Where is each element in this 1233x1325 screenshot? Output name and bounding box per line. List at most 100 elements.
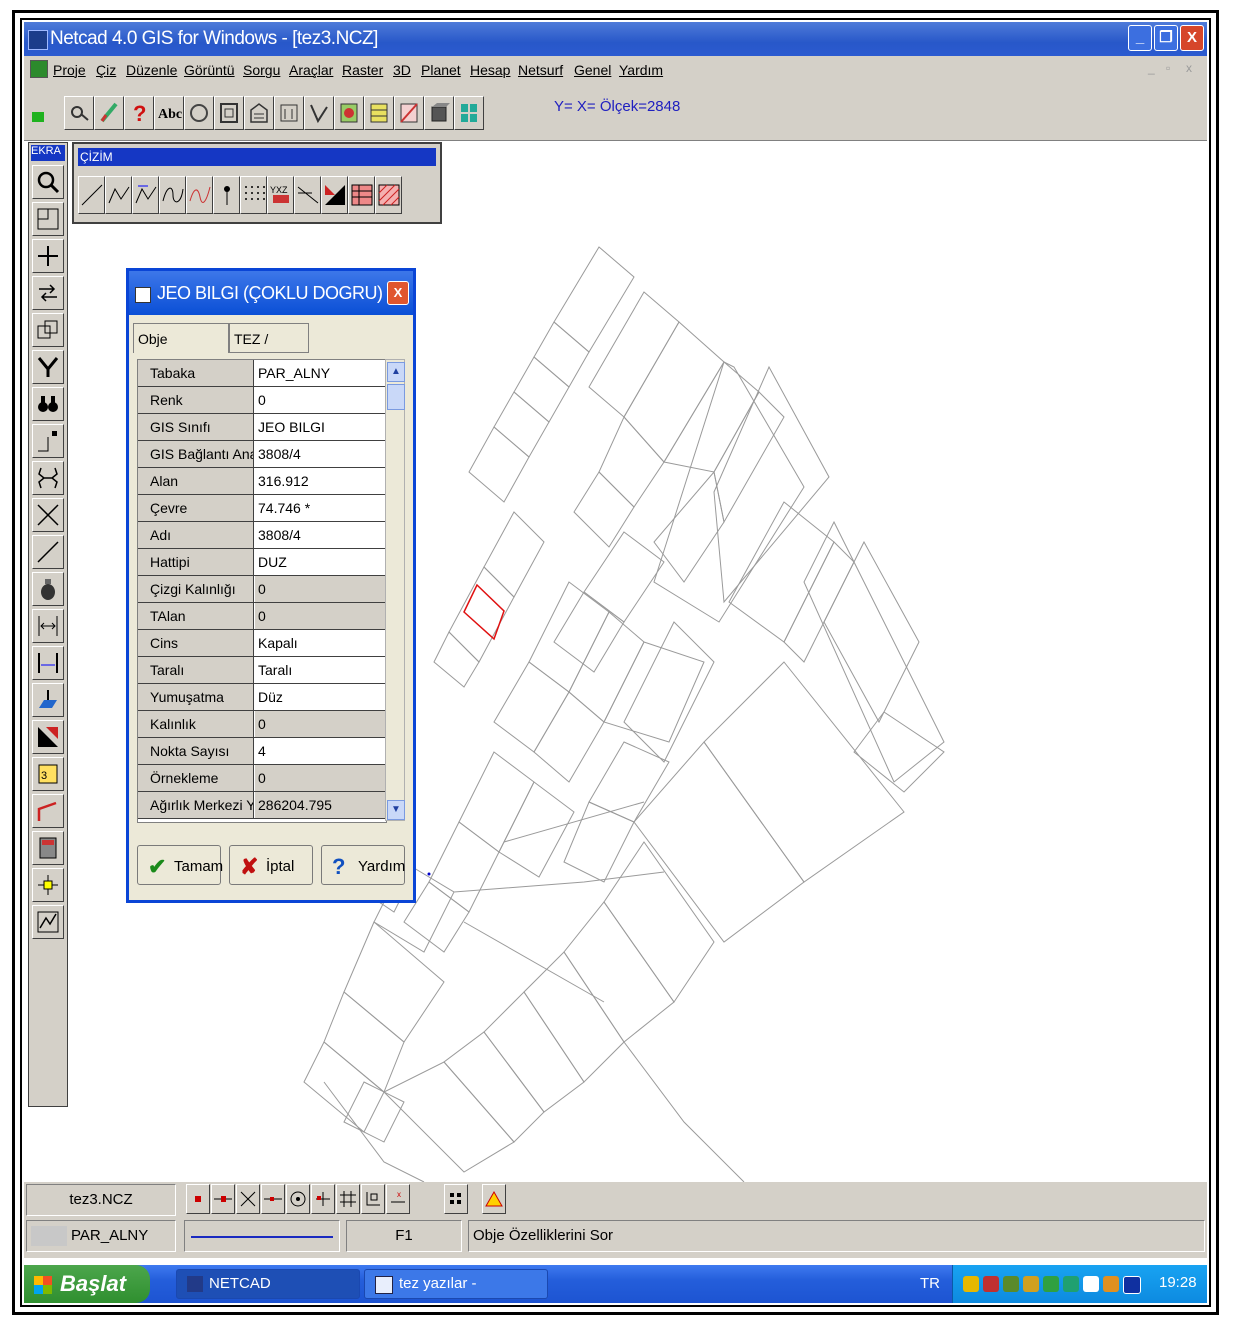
property-value[interactable]: PAR_ALNY bbox=[255, 360, 386, 386]
property-key: Çevre bbox=[138, 495, 254, 521]
dialog-title: JEO BILGI (ÇOKLU DOGRU) bbox=[157, 283, 383, 303]
tray-icon-7[interactable] bbox=[1083, 1276, 1099, 1292]
property-row[interactable]: GIS Bağlantı Ana...3808/4 bbox=[138, 441, 386, 468]
tab-obje-ozellikleri[interactable]: Obje Özellikleri bbox=[133, 323, 229, 377]
property-value: 286204.795 bbox=[255, 792, 386, 818]
scroll-thumb[interactable] bbox=[387, 384, 405, 410]
snap-nearest-icon[interactable] bbox=[261, 1184, 285, 1214]
svg-text:x: x bbox=[397, 1190, 401, 1199]
property-value: 0 bbox=[255, 603, 386, 629]
property-row[interactable]: Taralı Taralı bbox=[138, 657, 386, 684]
property-value[interactable]: 3808/4 bbox=[255, 522, 386, 548]
tray-icon-1[interactable] bbox=[963, 1276, 979, 1292]
property-key: Nokta Sayısı bbox=[138, 738, 254, 764]
warning-triangle-icon[interactable] bbox=[482, 1184, 506, 1214]
taskbar: Başlat NETCAD tez yazılar - Microsoft...… bbox=[24, 1265, 1207, 1303]
snap-intersection-icon[interactable] bbox=[236, 1184, 260, 1214]
status-layer[interactable]: PAR_ALNY bbox=[26, 1220, 176, 1252]
property-value: 0 bbox=[255, 765, 386, 791]
status-key: F1 bbox=[346, 1220, 462, 1252]
layer-color-swatch bbox=[31, 1226, 67, 1246]
tray-icon-2[interactable] bbox=[983, 1276, 999, 1292]
property-row[interactable]: Renk 0 bbox=[138, 387, 386, 414]
property-value[interactable]: Düz bbox=[255, 684, 386, 710]
tray-icon-4[interactable] bbox=[1023, 1276, 1039, 1292]
snap-perpendicular-icon[interactable] bbox=[311, 1184, 335, 1214]
snap-ortho-icon[interactable] bbox=[361, 1184, 385, 1214]
snap-grid-icon[interactable] bbox=[336, 1184, 360, 1214]
tray-icon-5[interactable] bbox=[1043, 1276, 1059, 1292]
property-row[interactable]: Cins Kapalı bbox=[138, 630, 386, 657]
property-value[interactable]: DUZ bbox=[255, 549, 386, 575]
yardim-button[interactable]: ? Yardım bbox=[321, 845, 405, 885]
linetype-preview bbox=[191, 1236, 333, 1238]
property-value[interactable]: JEO BILGI bbox=[255, 414, 386, 440]
start-button[interactable]: Başlat bbox=[24, 1265, 150, 1303]
property-row[interactable]: Tabaka PAR_ALNY bbox=[138, 360, 386, 387]
property-row[interactable]: Nokta Sayısı 4 bbox=[138, 738, 386, 765]
property-key: Adı bbox=[138, 522, 254, 548]
iptal-button[interactable]: ✘ İptal bbox=[229, 845, 313, 885]
property-row[interactable]: Örnekleme 0 bbox=[138, 765, 386, 792]
property-key: Kalınlık bbox=[138, 711, 254, 737]
jeo-bilgi-dialog: JEO BILGI (ÇOKLU DOGRU) X Obje Özellikle… bbox=[126, 268, 416, 903]
yardim-label: Yardım bbox=[358, 858, 406, 875]
property-row[interactable]: Ağırlık Merkezi Y 286204.795 bbox=[138, 792, 386, 819]
system-tray: 19:28 bbox=[952, 1265, 1207, 1303]
snap-center-icon[interactable] bbox=[286, 1184, 310, 1214]
tab-tez-jeoloji[interactable]: TEZ / jeoloji bbox=[229, 323, 309, 377]
task-netcad-label: NETCAD bbox=[209, 1275, 271, 1292]
dialog-title-bar[interactable]: JEO BILGI (ÇOKLU DOGRU) X bbox=[129, 271, 413, 315]
status-bar: tez3.NCZ x PAR_ALNY F1 Obje Özelliklerin… bbox=[24, 1182, 1207, 1258]
property-value[interactable]: 74.746 * bbox=[255, 495, 386, 521]
property-key: GIS Sınıfı bbox=[138, 414, 254, 440]
property-value[interactable]: Kapalı bbox=[255, 630, 386, 656]
task-netcad[interactable]: NETCAD bbox=[176, 1269, 360, 1299]
property-row[interactable]: Adı 3808/4 bbox=[138, 522, 386, 549]
scroll-up-icon[interactable]: ▲ bbox=[387, 362, 405, 382]
property-key: Taralı bbox=[138, 657, 254, 683]
property-row[interactable]: Kalınlık 0 bbox=[138, 711, 386, 738]
property-key: Hattipi bbox=[138, 549, 254, 575]
property-value[interactable]: Taralı bbox=[255, 657, 386, 683]
tray-icon-8[interactable] bbox=[1103, 1276, 1119, 1292]
media-play-icon[interactable] bbox=[1123, 1276, 1141, 1294]
language-indicator[interactable]: TR bbox=[920, 1275, 940, 1292]
property-value: 0 bbox=[255, 711, 386, 737]
property-row[interactable]: Alan 316.912 bbox=[138, 468, 386, 495]
status-linetype[interactable] bbox=[184, 1220, 340, 1252]
property-key: Cins bbox=[138, 630, 254, 656]
tamam-button[interactable]: ✔ Tamam bbox=[137, 845, 223, 885]
help-icon: ? bbox=[332, 854, 346, 879]
property-value[interactable]: 316.912 bbox=[255, 468, 386, 494]
property-value[interactable]: 3808/4 bbox=[255, 441, 386, 467]
tray-icon-6[interactable] bbox=[1063, 1276, 1079, 1292]
dots-icon[interactable] bbox=[444, 1184, 468, 1214]
snap-node-icon[interactable]: x bbox=[386, 1184, 410, 1214]
grid-scrollbar[interactable]: ▲ ▼ bbox=[385, 359, 405, 821]
task-word[interactable]: tez yazılar - Microsoft... bbox=[364, 1269, 548, 1299]
property-row[interactable]: Çizgi Kalınlığı 0 bbox=[138, 576, 386, 603]
iptal-label: İptal bbox=[266, 858, 295, 875]
property-key: Örnekleme bbox=[138, 765, 254, 791]
property-row[interactable]: TAlan 0 bbox=[138, 603, 386, 630]
status-layer-name: PAR_ALNY bbox=[71, 1227, 149, 1244]
netcad-task-icon bbox=[187, 1276, 203, 1292]
check-icon: ✔ bbox=[148, 854, 167, 879]
scroll-down-icon[interactable]: ▼ bbox=[387, 800, 405, 820]
windows-flag-icon bbox=[34, 1276, 52, 1294]
property-key: GIS Bağlantı Ana... bbox=[138, 441, 254, 467]
property-row[interactable]: GIS Sınıfı JEO BILGI bbox=[138, 414, 386, 441]
property-value[interactable]: 0 bbox=[255, 387, 386, 413]
tray-icon-3[interactable] bbox=[1003, 1276, 1019, 1292]
property-key: Renk bbox=[138, 387, 254, 413]
property-value[interactable]: 4 bbox=[255, 738, 386, 764]
dialog-close-button[interactable]: X bbox=[387, 281, 409, 305]
snap-endpoint-icon[interactable] bbox=[186, 1184, 210, 1214]
property-row[interactable]: Hattipi DUZ bbox=[138, 549, 386, 576]
snap-midpoint-icon[interactable] bbox=[211, 1184, 235, 1214]
property-row[interactable]: Yumuşatma Düz bbox=[138, 684, 386, 711]
start-label: Başlat bbox=[60, 1271, 127, 1296]
netcad-window: Netcad 4.0 GIS for Windows - [tez3.NCZ] … bbox=[24, 22, 1207, 1303]
property-row[interactable]: Çevre 74.746 * bbox=[138, 495, 386, 522]
